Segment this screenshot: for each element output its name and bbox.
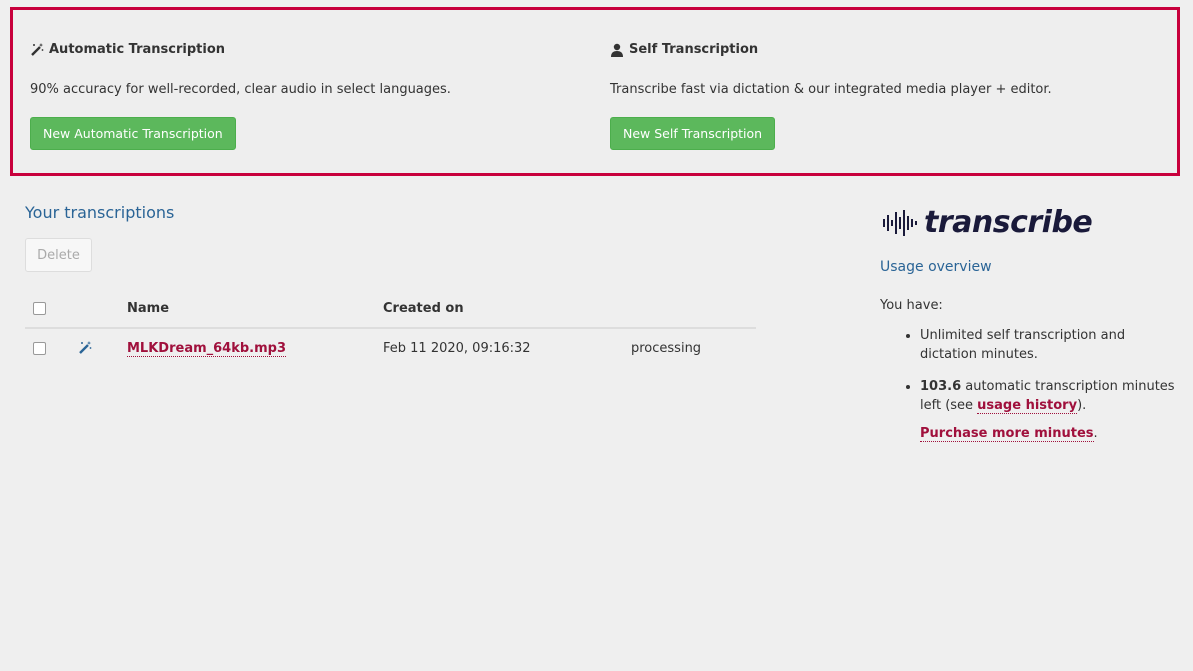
new-automatic-transcription-button[interactable]: New Automatic Transcription	[30, 117, 236, 150]
usage-list: Unlimited self transcription and dictati…	[880, 326, 1180, 428]
purchase-more-minutes-link[interactable]: Purchase more minutes	[920, 426, 1094, 442]
self-transcription-description: Transcribe fast via dictation & our inte…	[610, 82, 1052, 97]
transcribe-logo: transcribe	[882, 205, 1093, 240]
row-checkbox[interactable]	[33, 341, 46, 355]
self-transcription-title: Self Transcription	[629, 42, 759, 57]
your-transcriptions-title: Your transcriptions	[25, 203, 175, 222]
row-created-date: Feb 11 2020, 09:16:32	[383, 340, 531, 356]
status-header	[631, 290, 756, 329]
transcription-file-link[interactable]: MLKDream_64kb.mp3	[127, 340, 287, 357]
usage-item-minutes: 103.6 automatic transcription minutes le…	[920, 377, 1180, 415]
magic-wand-icon	[79, 341, 92, 354]
new-self-transcription-button[interactable]: New Self Transcription	[610, 117, 776, 150]
logo-text: transcribe	[924, 205, 1093, 240]
table-header-row: Name Created on	[25, 290, 756, 329]
transcription-options-panel: Automatic Transcription 90% accuracy for…	[10, 7, 1180, 176]
delete-button[interactable]: Delete	[25, 238, 92, 272]
row-type-cell	[70, 328, 127, 367]
you-have-label: You have:	[880, 298, 943, 313]
name-column-header: Name	[127, 290, 383, 329]
automatic-transcription-description: 90% accuracy for well-recorded, clear au…	[30, 82, 451, 97]
purchase-line: Purchase more minutes.	[920, 426, 1098, 442]
magic-wand-icon	[31, 42, 44, 56]
usage-overview-title: Usage overview	[880, 259, 992, 275]
created-column-header: Created on	[383, 290, 631, 329]
automatic-transcription-heading: Automatic Transcription	[30, 42, 225, 57]
self-transcription-heading: Self Transcription	[610, 42, 758, 57]
usage-history-link[interactable]: usage history	[977, 398, 1078, 414]
row-select-cell	[25, 328, 70, 367]
user-icon	[611, 43, 623, 57]
purchase-end: .	[1093, 426, 1098, 441]
transcriptions-table: Name Created on MLKDream_64kb.mp3 Feb 11…	[25, 290, 756, 367]
waveform-icon	[883, 209, 917, 236]
row-name-cell: MLKDream_64kb.mp3	[127, 328, 383, 367]
automatic-transcription-title: Automatic Transcription	[49, 42, 226, 57]
usage-item-unlimited: Unlimited self transcription and dictati…	[920, 326, 1180, 364]
type-header	[70, 290, 127, 329]
minutes-left-end: ).	[1077, 398, 1087, 413]
row-status: processing	[631, 340, 702, 356]
select-all-cell	[25, 290, 70, 329]
table-row: MLKDream_64kb.mp3 Feb 11 2020, 09:16:32 …	[25, 328, 756, 367]
select-all-checkbox[interactable]	[33, 302, 46, 315]
minutes-left-value: 103.6	[920, 379, 962, 394]
